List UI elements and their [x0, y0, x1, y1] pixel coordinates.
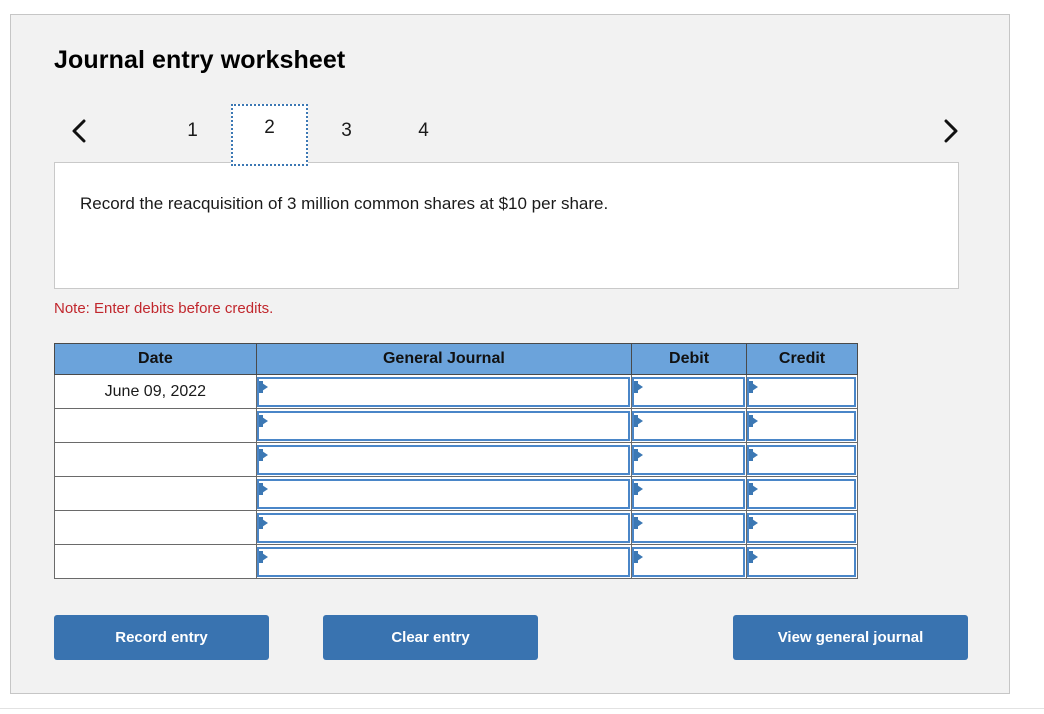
chevron-right-icon [942, 117, 960, 145]
credit-cell [746, 544, 858, 579]
credit-input[interactable] [747, 410, 856, 441]
credit-input[interactable] [747, 546, 856, 577]
debit-cell [631, 408, 748, 443]
dropdown-marker-icon [258, 482, 268, 495]
dropdown-marker-icon [634, 414, 644, 427]
page-title: Journal entry worksheet [54, 46, 346, 74]
table-header-row: Date General Journal Debit Credit [54, 343, 858, 375]
dropdown-marker-icon [749, 516, 759, 529]
dropdown-marker-icon [258, 448, 268, 461]
credit-input[interactable] [747, 478, 856, 509]
debit-cell [631, 544, 748, 579]
table-row [54, 408, 858, 443]
date-cell [54, 510, 257, 545]
dropdown-marker-icon [749, 448, 759, 461]
date-cell [54, 408, 257, 443]
debit-cell [631, 442, 748, 477]
dropdown-marker-icon [634, 482, 644, 495]
tab-entry-3[interactable]: 3 [308, 104, 385, 162]
debit-input[interactable] [632, 546, 746, 577]
debit-cell [631, 510, 748, 545]
general-journal-input[interactable] [256, 376, 631, 407]
dropdown-marker-icon [634, 448, 644, 461]
column-header-credit: Credit [746, 343, 858, 375]
column-header-debit: Debit [631, 343, 748, 375]
tab-entry-4[interactable]: 4 [385, 104, 462, 162]
journal-entry-worksheet-card: Journal entry worksheet 1 2 3 4 Record t… [10, 14, 1010, 694]
dropdown-marker-icon [749, 380, 759, 393]
credit-cell [746, 476, 858, 511]
general-journal-cell [255, 442, 633, 477]
dropdown-marker-icon [634, 380, 644, 393]
dropdown-marker-icon [258, 380, 268, 393]
table-row [54, 442, 858, 477]
general-journal-cell [255, 408, 633, 443]
next-entry-button[interactable] [934, 112, 968, 150]
debit-cell [631, 374, 748, 409]
credit-cell [746, 374, 858, 409]
view-general-journal-button[interactable]: View general journal [733, 615, 968, 660]
debits-before-credits-note: Note: Enter debits before credits. [54, 300, 274, 317]
general-journal-input[interactable] [256, 444, 631, 475]
chevron-left-icon [70, 117, 88, 145]
general-journal-cell [255, 510, 633, 545]
dropdown-marker-icon [634, 550, 644, 563]
dropdown-marker-icon [258, 414, 268, 427]
debit-input[interactable] [632, 444, 746, 475]
debit-cell [631, 476, 748, 511]
general-journal-table: Date General Journal Debit Credit June 0… [54, 343, 858, 579]
dropdown-marker-icon [749, 414, 759, 427]
date-cell [54, 442, 257, 477]
table-row: June 09, 2022 [54, 374, 858, 409]
table-row [54, 544, 858, 579]
general-journal-cell [255, 544, 633, 579]
credit-input[interactable] [747, 444, 856, 475]
dropdown-marker-icon [749, 482, 759, 495]
date-cell: June 09, 2022 [54, 374, 257, 409]
date-cell [54, 544, 257, 579]
debit-input[interactable] [632, 512, 746, 543]
tab-entry-1[interactable]: 1 [154, 104, 231, 162]
debit-input[interactable] [632, 376, 746, 407]
table-row [54, 476, 858, 511]
general-journal-input[interactable] [256, 546, 631, 577]
general-journal-input[interactable] [256, 410, 631, 441]
credit-cell [746, 408, 858, 443]
previous-entry-button[interactable] [62, 112, 96, 150]
table-row [54, 510, 858, 545]
date-cell [54, 476, 257, 511]
debit-input[interactable] [632, 478, 746, 509]
dropdown-marker-icon [258, 516, 268, 529]
credit-input[interactable] [747, 376, 856, 407]
entry-description-box: Record the reacquisition of 3 million co… [54, 162, 959, 289]
clear-entry-button[interactable]: Clear entry [323, 615, 538, 660]
column-header-date: Date [54, 343, 257, 375]
dropdown-marker-icon [749, 550, 759, 563]
page-divider [0, 708, 1044, 709]
credit-input[interactable] [747, 512, 856, 543]
entry-description-text: Record the reacquisition of 3 million co… [80, 194, 609, 213]
column-header-general-journal: General Journal [255, 343, 633, 375]
tab-entry-2[interactable]: 2 [231, 104, 308, 166]
dropdown-marker-icon [634, 516, 644, 529]
general-journal-input[interactable] [256, 512, 631, 543]
general-journal-cell [255, 476, 633, 511]
general-journal-input[interactable] [256, 478, 631, 509]
dropdown-marker-icon [258, 550, 268, 563]
record-entry-button[interactable]: Record entry [54, 615, 269, 660]
credit-cell [746, 442, 858, 477]
general-journal-cell [255, 374, 633, 409]
debit-input[interactable] [632, 410, 746, 441]
credit-cell [746, 510, 858, 545]
